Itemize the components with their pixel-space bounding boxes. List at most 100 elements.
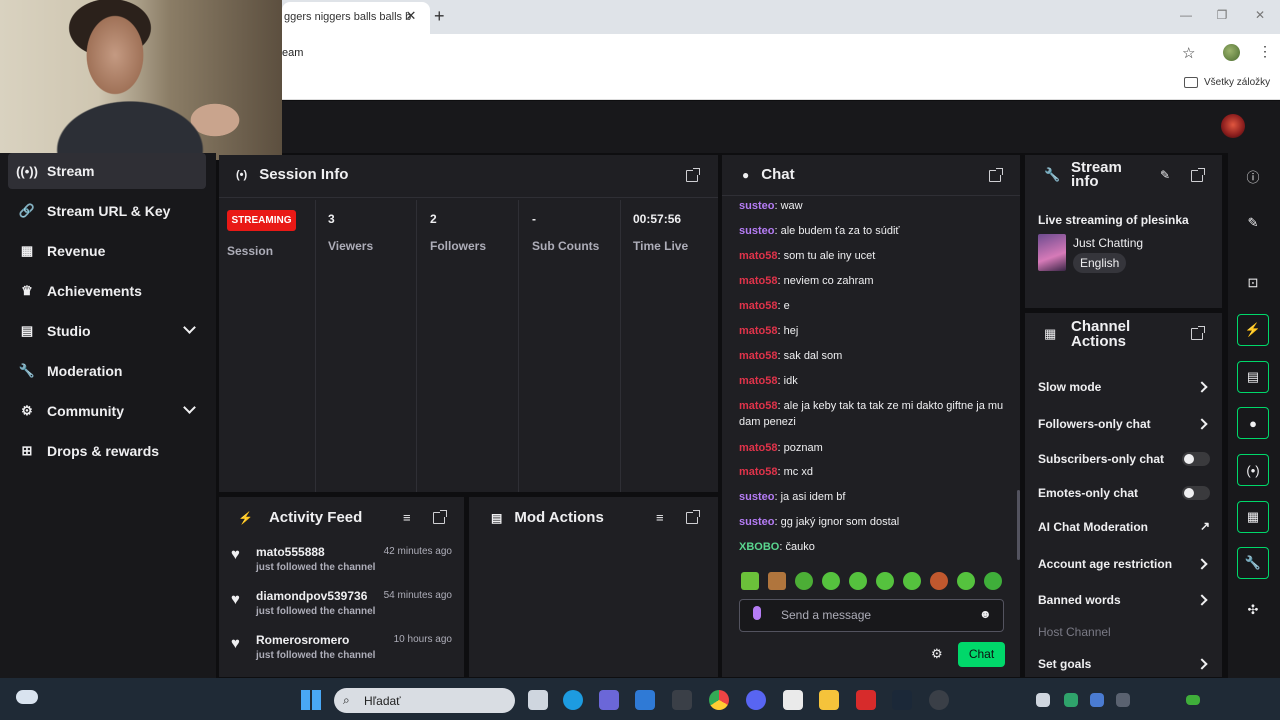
nav-item-stream-url-key[interactable]: 🔗 Stream URL & Key [8, 193, 206, 229]
chat-username[interactable]: mato58 [739, 300, 778, 312]
all-bookmarks-link[interactable]: Všetky záložky [1204, 77, 1270, 88]
tray-icon[interactable] [1186, 695, 1200, 705]
microphone-icon[interactable] [753, 606, 761, 620]
clip-icon[interactable]: ⊡ [1237, 267, 1269, 299]
store-icon[interactable] [635, 690, 655, 710]
minimize-icon[interactable]: — [1176, 8, 1196, 22]
quick-action-channel-actions-icon[interactable]: ▦ [1237, 501, 1269, 533]
task-view-icon[interactable] [528, 690, 548, 710]
chat-username[interactable]: XBOBO [739, 541, 779, 553]
popout-icon[interactable] [989, 168, 1003, 182]
filter-icon[interactable]: ≡ [403, 510, 411, 525]
emote-icon[interactable] [795, 572, 813, 590]
nav-item-stream[interactable]: ((•)) Stream [8, 153, 206, 189]
emote-icon[interactable] [849, 572, 867, 590]
popout-icon[interactable] [1191, 168, 1205, 182]
chat-username[interactable]: mato58 [739, 250, 778, 262]
emoji-icon[interactable]: ☻ [979, 607, 992, 621]
set-goals-row[interactable]: Set goals [1038, 657, 1212, 671]
nav-item-studio[interactable]: ▤ Studio [8, 313, 206, 349]
filter-icon[interactable]: ≡ [656, 510, 664, 525]
browser-menu-icon[interactable]: ⋮ [1258, 43, 1272, 60]
obs-icon[interactable] [929, 690, 949, 710]
tray-icon[interactable] [1064, 693, 1078, 707]
emote-icon[interactable] [903, 572, 921, 590]
chat-scrollbar[interactable] [1017, 490, 1020, 560]
popout-icon[interactable] [433, 510, 447, 524]
chat-username[interactable]: mato58 [739, 375, 778, 387]
new-tab-icon[interactable]: + [434, 7, 450, 25]
chat-username[interactable]: mato58 [739, 400, 778, 412]
chat-send-button[interactable]: Chat [958, 642, 1005, 667]
add-quick-action-icon[interactable]: ✣ [1237, 594, 1269, 626]
taskbar-search[interactable]: Hľadať [334, 688, 515, 713]
quick-action-log-icon[interactable]: ▤ [1237, 361, 1269, 393]
nav-item-moderation[interactable]: 🔧 Moderation [8, 353, 206, 389]
emote-icon[interactable] [957, 572, 975, 590]
emotes-only-toggle[interactable] [1182, 486, 1210, 500]
browser-profile-avatar[interactable] [1223, 44, 1240, 61]
discord-icon[interactable] [746, 690, 766, 710]
emote-icon[interactable] [822, 572, 840, 590]
file-explorer-icon[interactable] [819, 690, 839, 710]
tray-icon[interactable] [1090, 693, 1104, 707]
close-window-icon[interactable]: ✕ [1250, 8, 1270, 22]
account-age-row[interactable]: Account age restriction [1038, 557, 1212, 571]
nav-item-drops-rewards[interactable]: ⊞ Drops & rewards [8, 433, 206, 469]
popout-icon[interactable] [1191, 326, 1205, 340]
quick-action-chat-icon[interactable]: ● [1237, 407, 1269, 439]
subscribers-only-toggle[interactable] [1182, 452, 1210, 466]
edit-icon[interactable]: ✎ [1160, 168, 1170, 182]
chat-username[interactable]: susteo [739, 225, 774, 237]
popout-icon[interactable] [686, 510, 700, 524]
emote-icon[interactable] [876, 572, 894, 590]
quick-action-broadcast-icon[interactable]: (•) [1237, 454, 1269, 486]
popout-icon[interactable] [686, 168, 700, 182]
weather-icon[interactable] [16, 690, 38, 704]
ai-chat-moderation-row[interactable]: AI Chat Moderation ↗ [1038, 519, 1212, 534]
follower-name[interactable]: mato555888 [256, 545, 325, 559]
banned-words-row[interactable]: Banned words [1038, 593, 1212, 607]
followers-only-row[interactable]: Followers-only chat [1038, 417, 1212, 431]
x-app-icon[interactable] [783, 690, 803, 710]
steam-icon[interactable] [892, 690, 912, 710]
emote-icon[interactable] [768, 572, 786, 590]
close-tab-icon[interactable]: ✕ [404, 9, 418, 23]
wps-icon[interactable] [856, 690, 876, 710]
tray-icon[interactable] [1116, 693, 1130, 707]
info-icon[interactable]: ⓘ [1237, 160, 1269, 192]
category-name[interactable]: Just Chatting [1073, 236, 1143, 250]
edge-icon[interactable] [563, 690, 583, 710]
quick-action-lightning-icon[interactable]: ⚡ [1237, 314, 1269, 346]
category-box-art[interactable] [1038, 234, 1066, 271]
chrome-icon[interactable] [709, 690, 729, 710]
emote-icon[interactable] [984, 572, 1002, 590]
bookmark-star-icon[interactable]: ☆ [1182, 44, 1195, 62]
windows-start-icon[interactable] [301, 690, 321, 710]
address-bar[interactable]: eam [282, 40, 1212, 66]
chat-username[interactable]: mato58 [739, 350, 778, 362]
chat-username[interactable]: mato58 [739, 325, 778, 337]
chat-username[interactable]: susteo [739, 516, 774, 528]
chat-username[interactable]: susteo [739, 200, 774, 212]
chat-settings-icon[interactable]: ⚙ [931, 646, 943, 662]
language-tag[interactable]: English [1073, 253, 1127, 273]
chat-username[interactable]: mato58 [739, 275, 778, 287]
nav-item-community[interactable]: ⚙ Community [8, 393, 206, 429]
chat-input[interactable] [739, 599, 1004, 632]
emote-icon[interactable] [930, 572, 948, 590]
chat-username[interactable]: mato58 [739, 442, 778, 454]
app-icon[interactable] [672, 690, 692, 710]
chat-username[interactable]: susteo [739, 491, 774, 503]
maximize-icon[interactable]: ❐ [1212, 8, 1232, 22]
slow-mode-row[interactable]: Slow mode [1038, 380, 1212, 394]
chat-username[interactable]: mato58 [739, 466, 778, 478]
nav-item-achievements[interactable]: ♛ Achievements [8, 273, 206, 309]
edit-icon[interactable]: ✎ [1237, 207, 1269, 239]
emote-icon[interactable] [741, 572, 759, 590]
nav-item-revenue[interactable]: ▦ Revenue [8, 233, 206, 269]
quick-action-wrench-icon[interactable]: 🔧 [1237, 547, 1269, 579]
teams-icon[interactable] [599, 690, 619, 710]
tray-icon[interactable] [1036, 693, 1050, 707]
user-avatar[interactable] [1221, 114, 1245, 138]
